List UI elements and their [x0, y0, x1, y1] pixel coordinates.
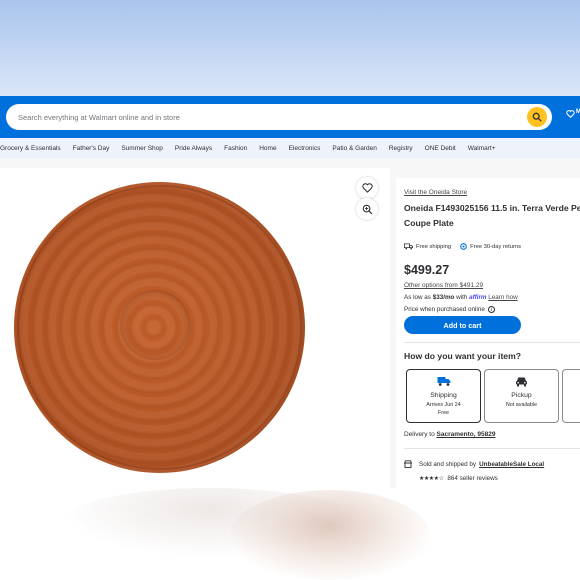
- online-price-text: Price when purchased online: [404, 306, 485, 313]
- add-to-cart-button[interactable]: Add to cart: [404, 316, 521, 334]
- delivery-location: Delivery to Sacramento, 95829: [404, 431, 495, 438]
- affirm-prefix: As low as: [404, 294, 431, 301]
- product-title: Oneida F1493025156 11.5 in. Terra Verde …: [404, 201, 580, 231]
- my-items-link[interactable]: M: [566, 108, 580, 128]
- shipping-truck-icon: [437, 377, 450, 386]
- nav-item-registry[interactable]: Registry: [389, 145, 413, 152]
- nav-item-fashion[interactable]: Fashion: [224, 145, 247, 152]
- background-sky: [0, 0, 580, 96]
- divider: [404, 448, 580, 449]
- free-returns-label: Free 30-day returns: [470, 243, 522, 250]
- sold-by-prefix: Sold and shipped by: [419, 460, 477, 468]
- nav-item-fathers-day[interactable]: Father's Day: [73, 145, 110, 152]
- nav-item-grocery[interactable]: Grocery & Essentials: [0, 145, 61, 152]
- shipping-option-cost: Free: [437, 410, 450, 416]
- nav-item-walmart-plus[interactable]: Walmart+: [468, 145, 496, 152]
- search-input[interactable]: [18, 112, 498, 122]
- online-price-note: Price when purchased online i: [404, 306, 495, 313]
- divider: [404, 342, 580, 343]
- delivery-option-card[interactable]: [562, 369, 580, 423]
- nav-item-electronics[interactable]: Electronics: [289, 145, 321, 152]
- search-button[interactable]: [527, 107, 547, 127]
- plate-center: [120, 290, 190, 360]
- nav-item-home[interactable]: Home: [259, 145, 276, 152]
- info-icon[interactable]: i: [487, 306, 495, 313]
- shipping-badges: Free shipping Free 30-day returns: [404, 243, 521, 250]
- truck-icon: [404, 243, 413, 250]
- header-right-label: M: [576, 109, 580, 115]
- product-title-line2: Coupe Plate: [404, 218, 454, 228]
- store-link[interactable]: Visit the Oneida Store: [404, 189, 467, 196]
- pickup-option-card[interactable]: Pickup Not available: [484, 369, 559, 423]
- favorite-button[interactable]: [356, 177, 378, 199]
- affirm-logo: affirm: [469, 294, 487, 301]
- shipping-option-card[interactable]: Shipping Arrives Jun 24 Free: [406, 369, 481, 423]
- product-title-line1: Oneida F1493025156 11.5 in. Terra Verde …: [404, 203, 580, 213]
- affirm-with: with: [456, 294, 468, 301]
- shipping-option-title: Shipping: [430, 392, 457, 399]
- affirm-amount: $33/mo: [432, 294, 455, 301]
- affirm-financing: As low as $33/mo with affirm Learn how: [404, 294, 518, 301]
- car-icon: [516, 377, 527, 387]
- product-price: $499.27: [404, 263, 450, 277]
- shipping-option-arrival: Arrives Jun 24: [426, 402, 461, 408]
- pickup-option-status: Not available: [505, 402, 538, 408]
- pickup-option-title: Pickup: [511, 392, 532, 399]
- search-icon: [532, 112, 542, 122]
- category-nav: Grocery & Essentials Father's Day Summer…: [0, 138, 580, 158]
- fulfillment-heading: How do you want your item?: [404, 351, 521, 361]
- delivery-prefix: Delivery to: [404, 431, 435, 438]
- nav-item-summer-shop[interactable]: Summer Shop: [121, 145, 163, 152]
- seller-reviews-count[interactable]: 864 seller reviews: [447, 475, 497, 482]
- nav-item-patio-garden[interactable]: Patio & Garden: [332, 145, 376, 152]
- search-bar[interactable]: [6, 104, 552, 130]
- zoom-button[interactable]: [356, 198, 378, 220]
- blurred-reflection: [230, 490, 430, 580]
- nav-item-pride-always[interactable]: Pride Always: [175, 145, 212, 152]
- other-options-link[interactable]: Other options from $491.29: [404, 282, 483, 289]
- free-shipping-label: Free shipping: [416, 243, 452, 250]
- affirm-learn-link[interactable]: Learn how: [488, 294, 517, 301]
- seller-name-link[interactable]: UnbeatableSale Local: [479, 461, 544, 468]
- zoom-in-icon: [362, 204, 372, 214]
- delivery-location-link[interactable]: Sacramento, 95829: [437, 431, 496, 438]
- heart-icon: [361, 183, 373, 193]
- nav-item-one-debit[interactable]: ONE Debit: [425, 145, 456, 152]
- seller-rating: ★★★★☆ 864 seller reviews: [419, 475, 498, 482]
- star-rating-icon: ★★★★☆: [419, 476, 444, 482]
- heart-icon: [566, 110, 575, 118]
- seller-info: Sold and shipped by UnbeatableSale Local: [404, 460, 544, 468]
- store-icon: [404, 460, 412, 468]
- returns-icon: [460, 243, 467, 250]
